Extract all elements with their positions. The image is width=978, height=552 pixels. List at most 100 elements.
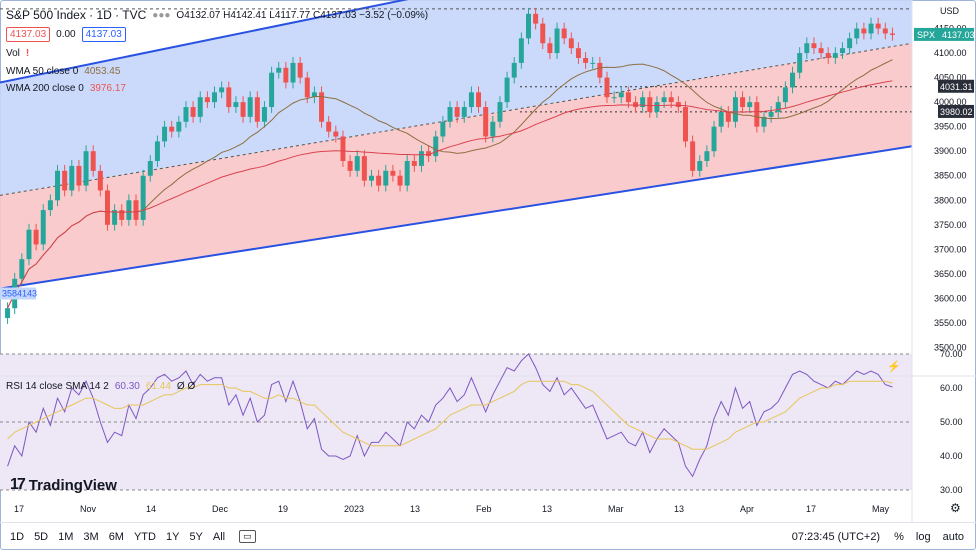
candle-body	[647, 97, 653, 112]
candle-body	[326, 121, 332, 132]
candle-body	[533, 13, 539, 24]
candle-body	[433, 136, 439, 157]
legend-dots-icon[interactable]: ●●●	[152, 10, 170, 21]
candle-body	[461, 107, 467, 117]
price-tick-label: 3600.00	[934, 293, 967, 303]
range-5y[interactable]: 5Y	[189, 531, 202, 543]
candle-body	[625, 92, 631, 103]
candle-body	[447, 107, 453, 122]
candle-body	[212, 92, 218, 103]
range-1d[interactable]: 1D	[10, 531, 24, 543]
candle-body	[354, 156, 360, 171]
candle-body	[483, 107, 489, 137]
candle-body	[297, 62, 303, 78]
candle-body	[276, 67, 282, 73]
candle-body	[162, 126, 168, 142]
candle-body	[197, 97, 203, 117]
candle-body	[97, 170, 103, 191]
price-tick-label: 3700.00	[934, 244, 967, 254]
candle-body	[340, 136, 346, 162]
candle-body	[504, 77, 510, 103]
clock[interactable]: 07:23:45 (UTC+2)	[792, 531, 880, 543]
tradingview-logo[interactable]: 17 TradingView	[10, 476, 117, 494]
candle-body	[597, 62, 603, 78]
time-tick-label: Mar	[608, 504, 624, 514]
candle-body	[725, 111, 731, 122]
candle-body	[40, 210, 46, 245]
time-tick-label: Nov	[80, 504, 97, 514]
candle-body	[747, 102, 753, 108]
candle-body	[782, 87, 788, 103]
range-1m[interactable]: 1M	[58, 531, 73, 543]
candle-body	[797, 53, 803, 73]
bid-box[interactable]: 4137.03	[6, 27, 51, 42]
candle-body	[661, 97, 667, 103]
ohlc-values: O4132.07 H4142.41 L4117.77 C4137.03 −3.5…	[176, 9, 429, 21]
candle-body	[611, 97, 617, 99]
rsi-tick-label: 60.00	[940, 383, 963, 393]
log-toggle[interactable]: log	[916, 531, 931, 543]
candle-body	[304, 77, 310, 98]
candle-body	[119, 210, 125, 220]
brand-name: TradingView	[28, 476, 117, 494]
candle-body	[875, 23, 881, 29]
candle-body	[47, 200, 53, 211]
candle-body	[775, 102, 781, 112]
chart-canvas[interactable]: USD4150.004100.004050.004000.003950.0039…	[0, 0, 978, 552]
candle-body	[518, 38, 524, 63]
alert-icon[interactable]: !	[26, 48, 29, 59]
candle-body	[26, 229, 32, 260]
candle-body	[397, 175, 403, 186]
candle-body	[575, 48, 581, 58]
candle-body	[718, 111, 724, 127]
candle-body	[740, 97, 746, 108]
price-tick-label: 3800.00	[934, 195, 967, 205]
symbol-label: SPX	[917, 30, 935, 40]
candle-body	[19, 259, 25, 279]
candle-body	[525, 13, 531, 39]
candle-body	[768, 111, 774, 117]
candle-body	[55, 170, 61, 201]
candle-body	[675, 102, 681, 108]
range-all[interactable]: All	[213, 531, 225, 543]
candle-body	[333, 131, 339, 137]
auto-toggle[interactable]: auto	[943, 531, 964, 543]
symbol-title[interactable]: S&P 500 Index · 1D · TVC	[6, 8, 146, 22]
candle-body	[226, 87, 232, 108]
level-label-1: 3980.02	[940, 107, 973, 117]
vol-legend: Vol !	[6, 48, 29, 59]
range-6m[interactable]: 6M	[109, 531, 124, 543]
percent-toggle[interactable]: %	[894, 531, 904, 543]
candle-body	[190, 107, 196, 117]
range-3m[interactable]: 3M	[83, 531, 98, 543]
range-1y[interactable]: 1Y	[166, 531, 179, 543]
range-ytd[interactable]: YTD	[134, 531, 156, 543]
candle-body	[390, 170, 396, 176]
header-legend: S&P 500 Index · 1D · TVC ●●● O4132.07 H4…	[6, 8, 428, 22]
candle-body	[126, 200, 132, 220]
candle-body	[76, 165, 82, 186]
candle-body	[825, 53, 831, 58]
candle-body	[90, 151, 96, 171]
settings-gear-icon: ⚙	[950, 501, 961, 515]
candle-body	[240, 102, 246, 117]
price-tick-label: 3650.00	[934, 269, 967, 279]
ask-box[interactable]: 4137.03	[81, 27, 126, 42]
time-tick-label: 13	[410, 504, 420, 514]
candle-body	[33, 229, 39, 245]
candle-body	[690, 141, 696, 171]
candle-body	[369, 175, 375, 181]
wma200-value: 3976.17	[89, 83, 126, 94]
price-tick-label: 4100.00	[934, 48, 967, 58]
range-5d[interactable]: 5D	[34, 531, 48, 543]
candle-body	[497, 102, 503, 122]
vol-label: Vol	[6, 48, 20, 59]
date-range-icon[interactable]: ▭	[239, 530, 256, 543]
candle-body	[290, 62, 296, 83]
time-tick-label: Feb	[476, 504, 492, 514]
candle-body	[804, 43, 810, 54]
candle-body	[889, 33, 895, 35]
candle-body	[5, 308, 11, 319]
rsi-legend: RSI 14 close SMA 14 2 60.30 61.44 Ø Ø	[6, 381, 195, 392]
candle-body	[882, 28, 888, 34]
